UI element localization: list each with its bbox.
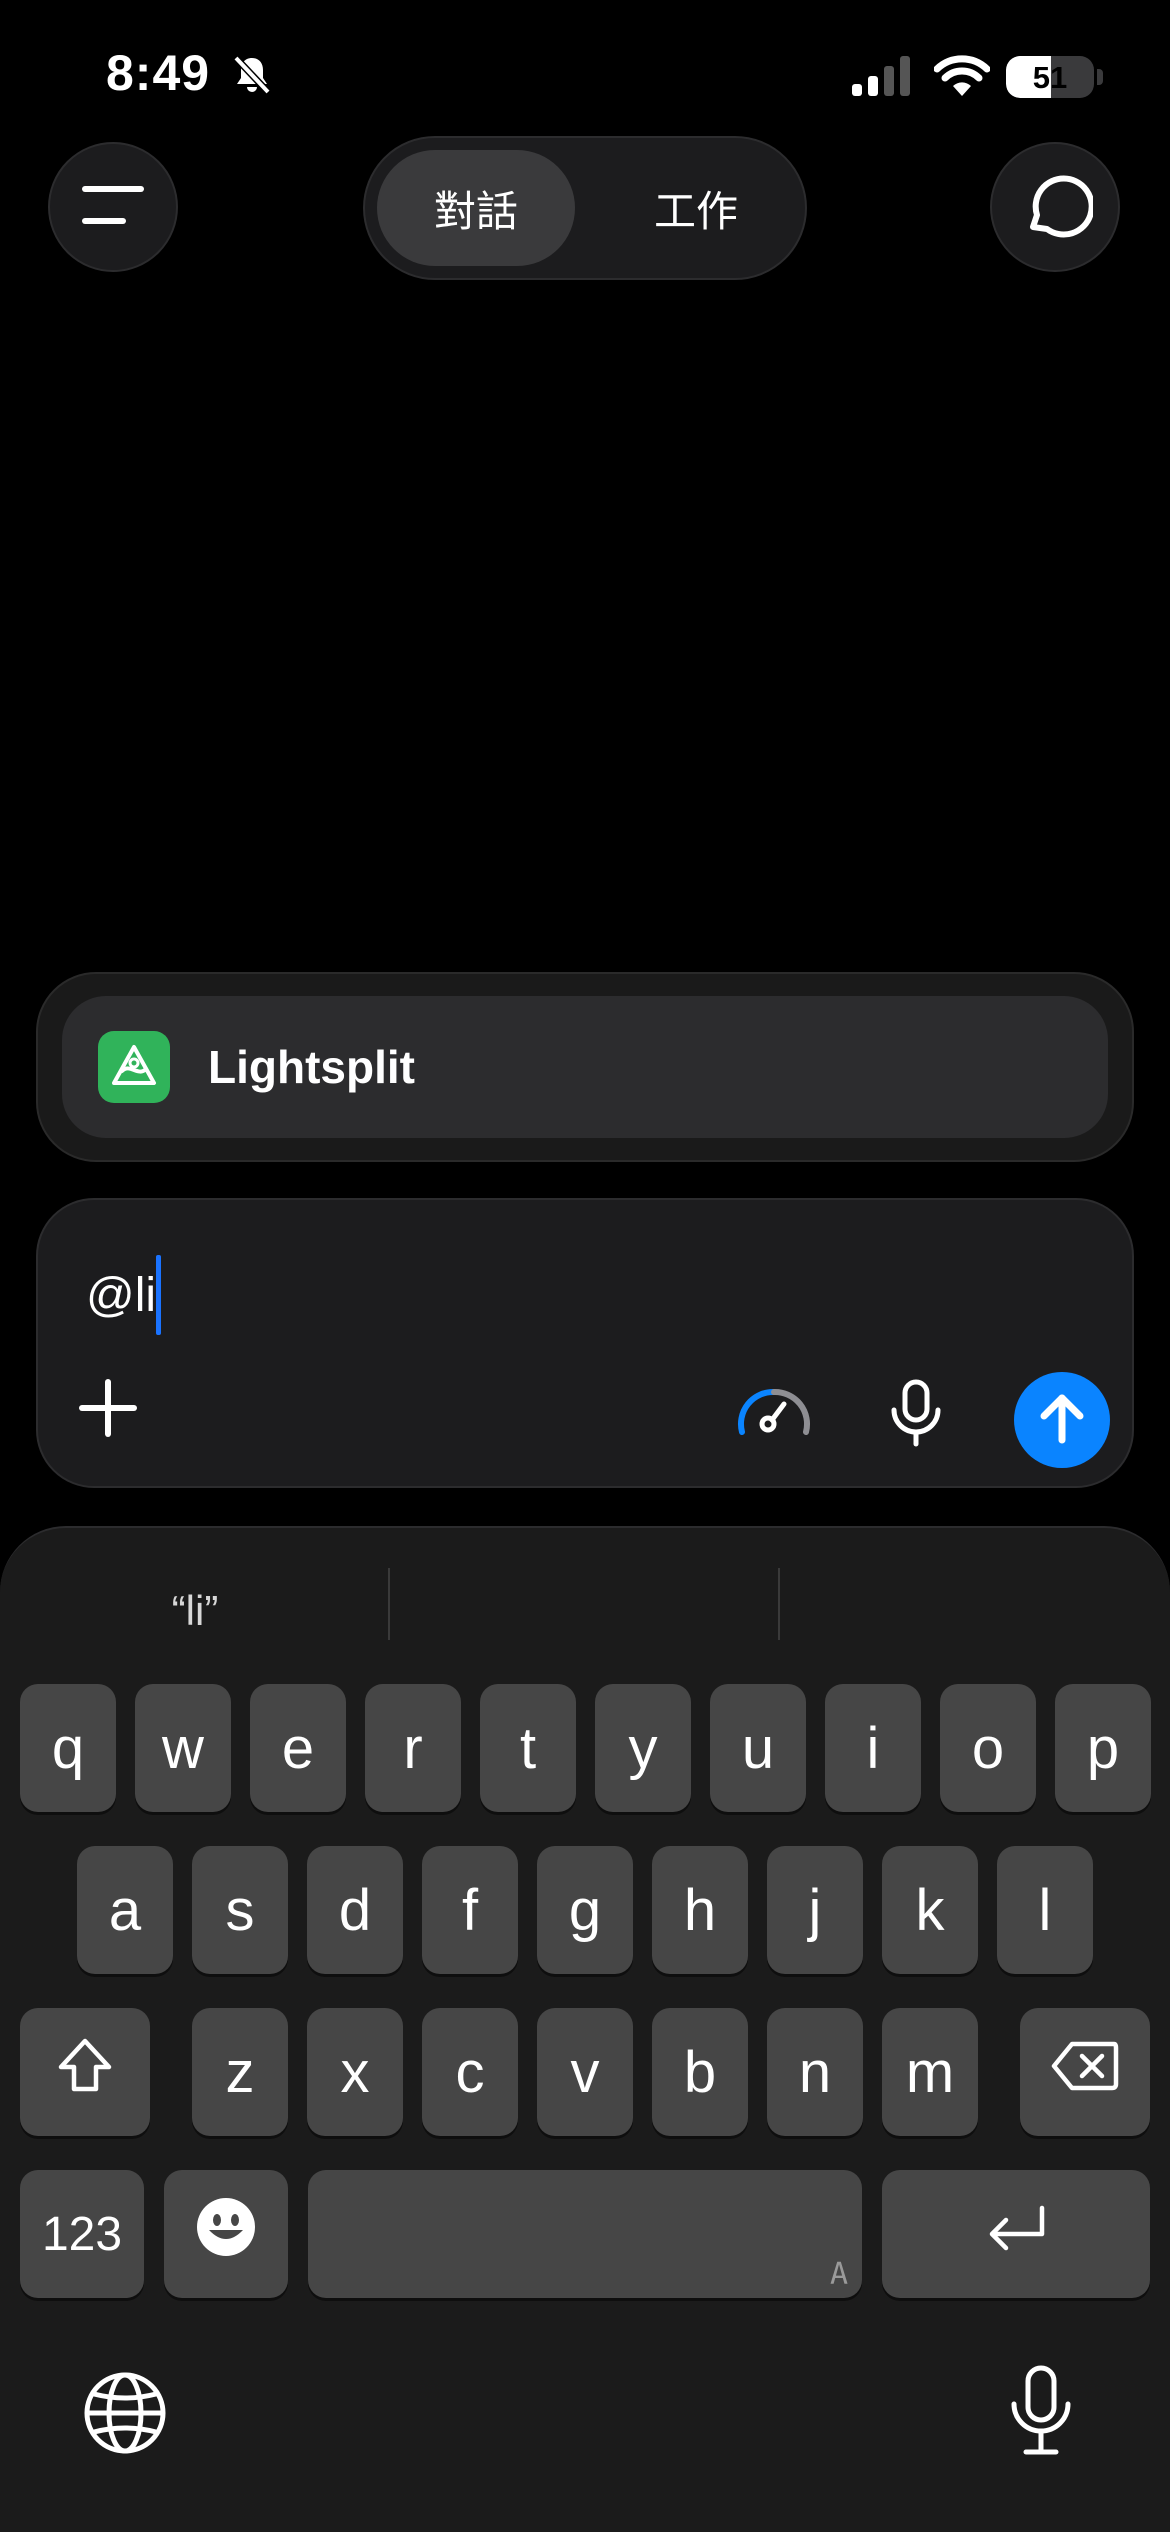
cellular-signal-icon <box>852 56 914 101</box>
return-icon <box>984 2201 1048 2268</box>
send-arrow-icon <box>1038 1392 1086 1449</box>
screen: 8:49 51 對話 工作 Lightsplit @li “li” q w e … <box>0 0 1170 2532</box>
dictation-mic-icon <box>1006 2365 1076 2462</box>
voice-input-button[interactable] <box>886 1378 946 1453</box>
space-key[interactable]: A <box>308 2170 862 2298</box>
message-input[interactable]: @li <box>86 1255 162 1335</box>
text-caret <box>156 1255 162 1335</box>
key-a[interactable]: a <box>77 1846 173 1974</box>
status-time: 8:49 <box>106 45 211 101</box>
send-button[interactable] <box>1014 1372 1110 1468</box>
menu-icon <box>81 183 145 232</box>
space-key-hint: A <box>829 2257 848 2292</box>
key-k[interactable]: k <box>882 1846 978 1974</box>
key-s[interactable]: s <box>192 1846 288 1974</box>
globe-key[interactable] <box>82 2370 168 2461</box>
key-g[interactable]: g <box>537 1846 633 1974</box>
key-z[interactable]: z <box>192 2008 288 2136</box>
key-e[interactable]: e <box>250 1684 346 1812</box>
battery-nub <box>1097 69 1103 85</box>
lightsplit-app-icon <box>98 1031 170 1103</box>
mode-segmented-control: 對話 工作 <box>363 136 807 280</box>
key-v[interactable]: v <box>537 2008 633 2136</box>
globe-icon <box>82 2372 168 2460</box>
dictation-key[interactable] <box>1006 2364 1076 2463</box>
key-m[interactable]: m <box>882 2008 978 2136</box>
key-r[interactable]: r <box>365 1684 461 1812</box>
key-w[interactable]: w <box>135 1684 231 1812</box>
tab-chat[interactable]: 對話 <box>377 150 575 266</box>
shift-icon <box>55 2035 115 2109</box>
key-f[interactable]: f <box>422 1846 518 1974</box>
numbers-key-label: 123 <box>41 2207 123 2261</box>
prediction-3[interactable] <box>780 1576 1170 1646</box>
speed-gauge-icon <box>734 1388 814 1444</box>
new-chat-button[interactable] <box>990 142 1120 272</box>
new-chat-icon <box>1017 167 1095 248</box>
key-j[interactable]: j <box>767 1846 863 1974</box>
bell-slash-icon <box>230 52 274 101</box>
backspace-key[interactable] <box>1020 2008 1150 2136</box>
suggestion-app-name: Lightsplit <box>208 1041 415 1093</box>
tab-work[interactable]: 工作 <box>597 150 795 266</box>
key-t[interactable]: t <box>480 1684 576 1812</box>
wifi-icon <box>933 54 991 101</box>
key-b[interactable]: b <box>652 2008 748 2136</box>
key-n[interactable]: n <box>767 2008 863 2136</box>
key-u[interactable]: u <box>710 1684 806 1812</box>
key-y[interactable]: y <box>595 1684 691 1812</box>
key-d[interactable]: d <box>307 1846 403 1974</box>
menu-button[interactable] <box>48 142 178 272</box>
message-composer: @li <box>36 1198 1134 1488</box>
key-p[interactable]: p <box>1055 1684 1151 1812</box>
key-c[interactable]: c <box>422 2008 518 2136</box>
attach-button[interactable] <box>78 1378 138 1443</box>
microphone-icon <box>886 1379 946 1452</box>
status-bar: 8:49 51 <box>0 0 1170 140</box>
prediction-2[interactable] <box>390 1576 780 1646</box>
key-i[interactable]: i <box>825 1684 921 1812</box>
battery-level: 51 <box>1032 60 1068 95</box>
return-key[interactable] <box>882 2170 1150 2298</box>
prediction-1[interactable]: “li” <box>0 1576 390 1646</box>
key-q[interactable]: q <box>20 1684 116 1812</box>
battery-icon: 51 <box>1006 56 1094 98</box>
suggestion-item[interactable]: Lightsplit <box>62 996 1108 1138</box>
message-input-value: @li <box>86 1268 157 1322</box>
key-o[interactable]: o <box>940 1684 1036 1812</box>
numbers-key[interactable]: 123 <box>20 2170 144 2298</box>
mention-suggestions: Lightsplit <box>36 972 1134 1162</box>
key-x[interactable]: x <box>307 2008 403 2136</box>
key-h[interactable]: h <box>652 1846 748 1974</box>
emoji-icon <box>195 2196 257 2272</box>
shift-key[interactable] <box>20 2008 150 2136</box>
backspace-icon <box>1050 2039 1120 2106</box>
key-l[interactable]: l <box>997 1846 1093 1974</box>
keyboard: “li” q w e r t y u i o p a s d f g h j k… <box>0 1526 1170 2532</box>
plus-icon <box>78 1379 138 1442</box>
speed-mode-button[interactable] <box>734 1380 814 1445</box>
emoji-key[interactable] <box>164 2170 288 2298</box>
